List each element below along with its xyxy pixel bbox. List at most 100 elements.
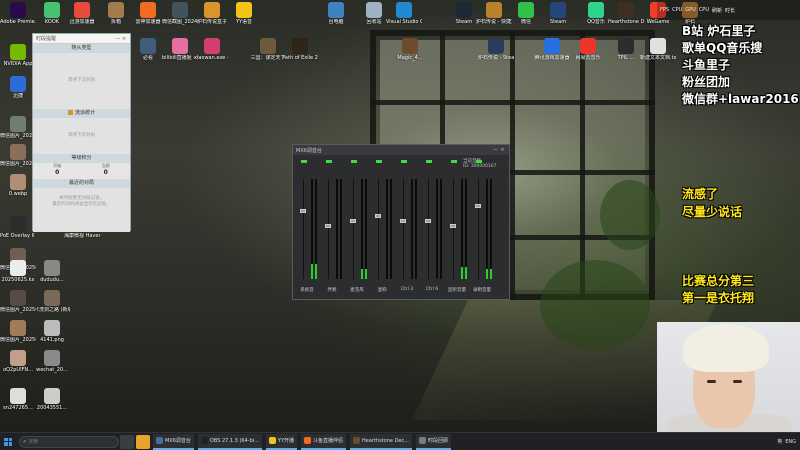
file-explorer-icon[interactable] bbox=[136, 434, 150, 449]
level-meter-fill bbox=[315, 264, 317, 279]
taskbar-app-button[interactable]: Hearthstone Dec... bbox=[350, 433, 413, 450]
minimize-icon[interactable]: — bbox=[492, 147, 499, 153]
fader-handle[interactable] bbox=[300, 209, 306, 213]
webcam-eye bbox=[733, 380, 742, 383]
fader-handle[interactable] bbox=[325, 224, 331, 228]
taskbar-app-button[interactable]: MX6调音台 bbox=[153, 433, 194, 450]
desktop-icon[interactable]: Steam bbox=[540, 2, 576, 25]
desktop-icon[interactable]: oQ2pUIFN... bbox=[0, 350, 36, 373]
timer-panel-window[interactable]: 时段提醒 — × 随从类型 等待下次对局 流派统计 等待下次对局 等级积分 开始… bbox=[32, 33, 131, 232]
desktop-icon[interactable]: 微信截图_2024071... bbox=[162, 2, 198, 25]
desktop-icon[interactable]: wechat_20... bbox=[34, 350, 70, 373]
start-button[interactable] bbox=[0, 433, 16, 450]
app-icon bbox=[618, 38, 634, 54]
fader-handle[interactable] bbox=[475, 204, 481, 208]
desktop-icon[interactable]: Hearthstone Deck Tracker bbox=[608, 2, 644, 25]
plant-foliage bbox=[600, 180, 660, 250]
tray-item[interactable]: ENG bbox=[785, 439, 796, 445]
close-icon[interactable]: × bbox=[499, 147, 506, 153]
desktop-icon[interactable]: 微信图片_2025050... bbox=[0, 116, 36, 139]
desktop-icon[interactable]: 拆箱 bbox=[98, 2, 134, 25]
desktop-icon[interactable]: PoE Overlay II Standal... bbox=[0, 216, 36, 239]
desktop-icon-label: 新建文本文档.txt bbox=[640, 55, 676, 61]
desktop-icon[interactable]: 新建文本文档.txt bbox=[640, 38, 676, 61]
search-input[interactable] bbox=[28, 438, 115, 445]
mixer-window[interactable]: MX6调音台 — × 当前音频 ID: 300000167 系统音 伴奏 麦克风 混响… bbox=[292, 144, 510, 300]
level-meter bbox=[415, 179, 417, 279]
taskbar-search[interactable]: ⌕ bbox=[19, 435, 119, 448]
desktop-icon[interactable]: 4141.png bbox=[34, 320, 70, 343]
desktop-icon[interactable]: 微信图片_2025062... bbox=[0, 144, 36, 167]
desktop-icon[interactable]: 迅捷 bbox=[0, 76, 36, 99]
desktop-icon[interactable]: Magic_4... bbox=[392, 38, 428, 61]
desktop-icon[interactable]: 微信 bbox=[508, 2, 544, 25]
channel-label: 监听音量 bbox=[448, 288, 466, 293]
tray-item[interactable]: 英 bbox=[777, 438, 782, 445]
desktop-icon[interactable]: xiaowan.exe - 快捷方式 bbox=[194, 38, 230, 61]
fader-handle[interactable] bbox=[400, 219, 406, 223]
desktop-icon[interactable]: 台电脑 bbox=[318, 2, 354, 25]
desktop-icon[interactable]: NVIDIA App bbox=[0, 44, 36, 67]
desktop-icon[interactable]: 雷神加速器 bbox=[130, 2, 166, 25]
channel-toggle[interactable] bbox=[476, 160, 482, 163]
level-meter-fill bbox=[311, 264, 313, 279]
fader-handle[interactable] bbox=[450, 224, 456, 228]
desktop-icon[interactable]: Path of Exile 2 bbox=[282, 38, 318, 61]
taskbar-app-button[interactable]: OBS 27.1.3 (64-bi... bbox=[197, 433, 262, 450]
desktop-icon[interactable]: sn247265... bbox=[0, 388, 36, 411]
channel-toggle[interactable] bbox=[451, 160, 457, 163]
mixer-title: MX6调音台 bbox=[296, 147, 322, 154]
window-mullion bbox=[580, 30, 585, 300]
channel-toggle[interactable] bbox=[301, 160, 307, 163]
fader-handle[interactable] bbox=[350, 219, 356, 223]
close-icon[interactable]: × bbox=[121, 36, 127, 42]
channel-toggle[interactable] bbox=[326, 160, 332, 163]
desktop-icon[interactable]: 迅游加速器 bbox=[64, 2, 100, 25]
level-meter bbox=[390, 179, 392, 279]
desktop-icon[interactable]: 网易云音乐 bbox=[570, 38, 606, 61]
desktop-icon[interactable]: 炉石传说 - Steam... bbox=[478, 38, 514, 61]
window-mullion bbox=[510, 30, 515, 300]
section-header-minion-type: 随从类型 bbox=[33, 44, 130, 53]
channel-toggle[interactable] bbox=[426, 160, 432, 163]
fader-handle[interactable] bbox=[375, 214, 381, 218]
channel-toggle[interactable] bbox=[376, 160, 382, 163]
mixer-titlebar[interactable]: MX6调音台 — × bbox=[293, 145, 509, 155]
desktop-icon[interactable]: YY语音 bbox=[226, 2, 262, 25]
desktop-icon-label: wechat_20... bbox=[36, 367, 68, 373]
fader-handle[interactable] bbox=[425, 219, 431, 223]
desktop-icon[interactable]: Adobe Premie... bbox=[0, 2, 36, 25]
channel-toggle[interactable] bbox=[401, 160, 407, 163]
desktop-icon[interactable]: 腾讯游戏加速器 bbox=[534, 38, 570, 61]
fader-track bbox=[353, 179, 354, 279]
task-view-icon[interactable] bbox=[120, 434, 134, 449]
desktop-icon[interactable]: 微信图片_2025091... bbox=[0, 320, 36, 343]
app-icon bbox=[419, 437, 427, 444]
desktop-icon-label: 网易云音乐 bbox=[575, 55, 601, 61]
fader-track bbox=[478, 179, 479, 279]
desktop-icon[interactable]: 炉石传说 - 快捷方式 bbox=[476, 2, 512, 25]
desktop-icon[interactable]: 0.webp bbox=[0, 174, 36, 197]
desktop-icon[interactable]: TPIL ... bbox=[608, 38, 644, 61]
fader-track bbox=[378, 179, 379, 279]
desktop-icon[interactable]: 20250625.kx bbox=[0, 260, 36, 283]
desktop-icon[interactable]: 微信图片_2025062... bbox=[0, 290, 36, 313]
desktop-icon[interactable]: 炉石传说盒子 bbox=[194, 2, 230, 25]
timer-panel-titlebar[interactable]: 时段提醒 — × bbox=[33, 34, 130, 44]
section-body-recent-games: 本时段暂无对局记录， 最近的对局将会显示在此处。 bbox=[33, 188, 130, 232]
desktop-icon[interactable]: bilibili直播姬 - 快捷方式 bbox=[162, 38, 198, 61]
desktop-icon[interactable]: Visual Studio Code bbox=[386, 2, 422, 25]
taskbar-app-button[interactable]: 时段回顾 bbox=[416, 433, 452, 450]
desktop-icon[interactable]: 三国：谋定天下 bbox=[250, 38, 286, 61]
app-icon bbox=[550, 2, 566, 18]
desktop-icon[interactable]: 20043551... bbox=[34, 388, 70, 411]
app-icon bbox=[402, 38, 418, 54]
taskbar-app-button[interactable]: 斗鱼直播伴侣 bbox=[301, 433, 347, 450]
desktop-icon[interactable]: dududu... bbox=[34, 260, 70, 283]
desktop-icon[interactable]: 《洗剑之路 (新版) 简介... bbox=[34, 290, 70, 313]
channel-toggle[interactable] bbox=[351, 160, 357, 163]
taskbar-app-button[interactable]: YY开播 bbox=[265, 433, 298, 450]
rating-current: 当前 0 bbox=[82, 163, 131, 179]
app-icon bbox=[328, 2, 344, 18]
desktop-icon[interactable]: 必看 bbox=[130, 38, 166, 61]
